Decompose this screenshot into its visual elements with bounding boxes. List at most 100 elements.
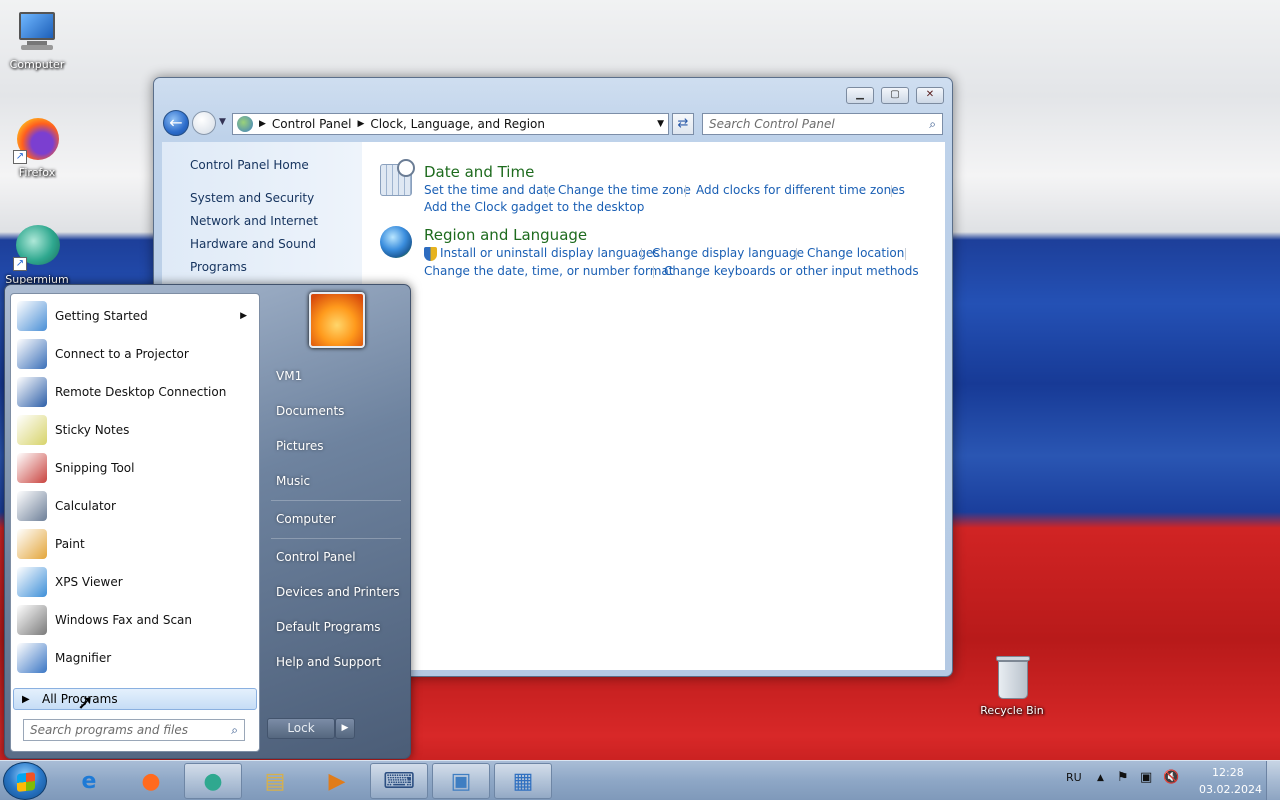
language-indicator[interactable]: RU bbox=[1066, 771, 1082, 784]
start-item-music[interactable]: Music bbox=[276, 474, 310, 488]
taskbar-button[interactable]: ⌨ bbox=[370, 763, 428, 799]
control-panel-icon bbox=[237, 116, 253, 132]
desktop-icon-supermium[interactable]: ↗ Supermium bbox=[0, 223, 77, 286]
network-icon[interactable]: ▣ bbox=[1140, 770, 1152, 785]
start-item-vm1[interactable]: VM1 bbox=[276, 369, 302, 383]
clock-date[interactable]: 03.02.2024 bbox=[1199, 783, 1262, 796]
show-desktop-button[interactable] bbox=[1266, 761, 1280, 800]
shutdown-options-button[interactable]: ▶ bbox=[335, 718, 355, 739]
remote-desktop-icon bbox=[17, 377, 47, 407]
desktop-icon-firefox[interactable]: ↗ Firefox bbox=[0, 116, 77, 179]
link-add-clocks[interactable]: Add clocks for different time zones bbox=[696, 183, 905, 197]
supermium-icon: ● bbox=[203, 768, 223, 794]
start-programs-pane: Getting Started ▶ Connect to a Projector Re… bbox=[10, 293, 260, 752]
start-program-item[interactable]: Remote Desktop Connection bbox=[13, 374, 257, 410]
start-item-computer[interactable]: Computer bbox=[276, 512, 336, 526]
start-item-documents[interactable]: Documents bbox=[276, 404, 344, 418]
link-install-display-languages[interactable]: Install or uninstall display languages bbox=[440, 246, 660, 260]
start-program-item[interactable]: Magnifier bbox=[13, 640, 257, 676]
windows-logo-icon bbox=[17, 772, 35, 792]
action-center-flag-icon[interactable]: ⚑ bbox=[1117, 770, 1129, 785]
taskbar-button[interactable]: ● bbox=[184, 763, 242, 799]
link-system-and-security[interactable]: System and Security bbox=[190, 191, 314, 205]
taskbar-button[interactable]: ▶ bbox=[308, 763, 366, 799]
link-network-and-internet[interactable]: Network and Internet bbox=[190, 214, 318, 228]
start-item-help-and-support[interactable]: Help and Support bbox=[276, 655, 381, 669]
start-button[interactable] bbox=[3, 762, 47, 800]
projector-icon bbox=[17, 339, 47, 369]
desktop-icon-recycle-bin[interactable]: Recycle Bin bbox=[972, 654, 1052, 717]
minimize-button[interactable]: ▁ bbox=[846, 87, 874, 104]
category-region-and-language[interactable]: Region and Language bbox=[424, 226, 587, 244]
start-program-label: Getting Started bbox=[55, 309, 148, 323]
breadcrumb-clock-language-region[interactable]: Clock, Language, and Region bbox=[370, 117, 545, 131]
address-bar[interactable]: ▶ Control Panel ▶ Clock, Language, and R… bbox=[232, 113, 669, 135]
start-item-pictures[interactable]: Pictures bbox=[276, 439, 324, 453]
link-hardware-and-sound[interactable]: Hardware and Sound bbox=[190, 237, 316, 251]
user-picture[interactable] bbox=[309, 292, 365, 348]
start-program-label: Windows Fax and Scan bbox=[55, 613, 193, 627]
start-program-item[interactable]: Snipping Tool bbox=[13, 450, 257, 486]
search-control-panel-input[interactable]: Search Control Panel ⌕ bbox=[702, 113, 943, 135]
link-programs[interactable]: Programs bbox=[190, 260, 247, 274]
show-hidden-icons-button[interactable]: ▲ bbox=[1097, 773, 1104, 783]
link-set-time-and-date[interactable]: Set the time and date bbox=[424, 183, 555, 197]
mouse-cursor-icon: ➚ bbox=[77, 690, 94, 714]
taskbar-button[interactable]: ▤ bbox=[246, 763, 304, 799]
category-date-and-time[interactable]: Date and Time bbox=[424, 163, 534, 181]
start-item-control-panel[interactable]: Control Panel bbox=[276, 550, 356, 564]
close-button[interactable]: ✕ bbox=[916, 87, 944, 104]
link-control-panel-home[interactable]: Control Panel Home bbox=[190, 158, 309, 172]
firefox-icon: ↗ bbox=[13, 116, 61, 164]
start-program-item[interactable]: XPS Viewer bbox=[13, 564, 257, 600]
expand-arrow-icon: ▶ bbox=[22, 693, 30, 705]
link-change-keyboards[interactable]: Change keyboards or other input methods bbox=[664, 264, 919, 278]
start-item-devices-and-printers[interactable]: Devices and Printers bbox=[276, 585, 400, 599]
start-item-default-programs[interactable]: Default Programs bbox=[276, 620, 381, 634]
address-dropdown-icon[interactable]: ▼ bbox=[657, 119, 664, 129]
maximize-button[interactable]: ▢ bbox=[881, 87, 909, 104]
refresh-button[interactable]: ⇄ bbox=[672, 113, 694, 135]
recent-pages-dropdown[interactable]: ▼ bbox=[219, 117, 226, 127]
start-program-item[interactable]: Connect to a Projector bbox=[13, 336, 257, 372]
all-programs-button[interactable]: ▶ All Programs bbox=[13, 688, 257, 710]
start-program-label: XPS Viewer bbox=[55, 575, 123, 589]
supermium-icon: ↗ bbox=[13, 223, 61, 271]
sticky-notes-icon bbox=[17, 415, 47, 445]
clock-icon bbox=[380, 159, 415, 196]
submenu-arrow-icon: ▶ bbox=[240, 311, 247, 321]
start-program-label: Paint bbox=[55, 537, 85, 551]
breadcrumb-separator-icon: ▶ bbox=[259, 119, 266, 129]
forward-button[interactable] bbox=[192, 111, 216, 135]
start-program-label: Connect to a Projector bbox=[55, 347, 189, 361]
clock-time[interactable]: 12:28 bbox=[1212, 766, 1244, 779]
start-program-label: Sticky Notes bbox=[55, 423, 130, 437]
taskbar-button[interactable]: ▦ bbox=[494, 763, 552, 799]
volume-muted-icon[interactable]: 🔇 bbox=[1163, 770, 1179, 785]
desktop-icon-label: Computer bbox=[9, 58, 65, 71]
search-icon: ⌕ bbox=[929, 116, 936, 131]
lock-button[interactable]: Lock bbox=[267, 718, 335, 739]
start-search-input[interactable]: Search programs and files ⌕ bbox=[23, 719, 245, 741]
link-change-location[interactable]: Change location bbox=[807, 246, 904, 260]
link-add-clock-gadget[interactable]: Add the Clock gadget to the desktop bbox=[424, 200, 644, 214]
start-program-item[interactable]: Getting Started ▶ bbox=[13, 298, 257, 334]
link-change-display-language[interactable]: Change display language bbox=[652, 246, 804, 260]
breadcrumb-control-panel[interactable]: Control Panel bbox=[272, 117, 352, 131]
back-button[interactable]: ← bbox=[163, 110, 189, 136]
start-program-item[interactable]: Windows Fax and Scan bbox=[13, 602, 257, 638]
shortcut-arrow-icon: ↗ bbox=[13, 257, 27, 271]
start-program-item[interactable]: Sticky Notes bbox=[13, 412, 257, 448]
explorer-icon: ▤ bbox=[264, 768, 286, 794]
start-search-placeholder: Search programs and files bbox=[30, 723, 188, 737]
link-change-time-zone[interactable]: Change the time zone bbox=[558, 183, 691, 197]
taskbar-button[interactable]: e bbox=[60, 763, 118, 799]
desktop-icon-label: Firefox bbox=[18, 166, 56, 179]
taskbar-button[interactable]: ● bbox=[122, 763, 180, 799]
taskbar-button[interactable]: ▣ bbox=[432, 763, 490, 799]
desktop-icon-computer[interactable]: Computer bbox=[0, 8, 77, 71]
start-program-item[interactable]: Paint bbox=[13, 526, 257, 562]
ie-icon: e bbox=[81, 768, 97, 794]
link-change-date-time-number-format[interactable]: Change the date, time, or number format bbox=[424, 264, 673, 278]
start-program-item[interactable]: Calculator bbox=[13, 488, 257, 524]
